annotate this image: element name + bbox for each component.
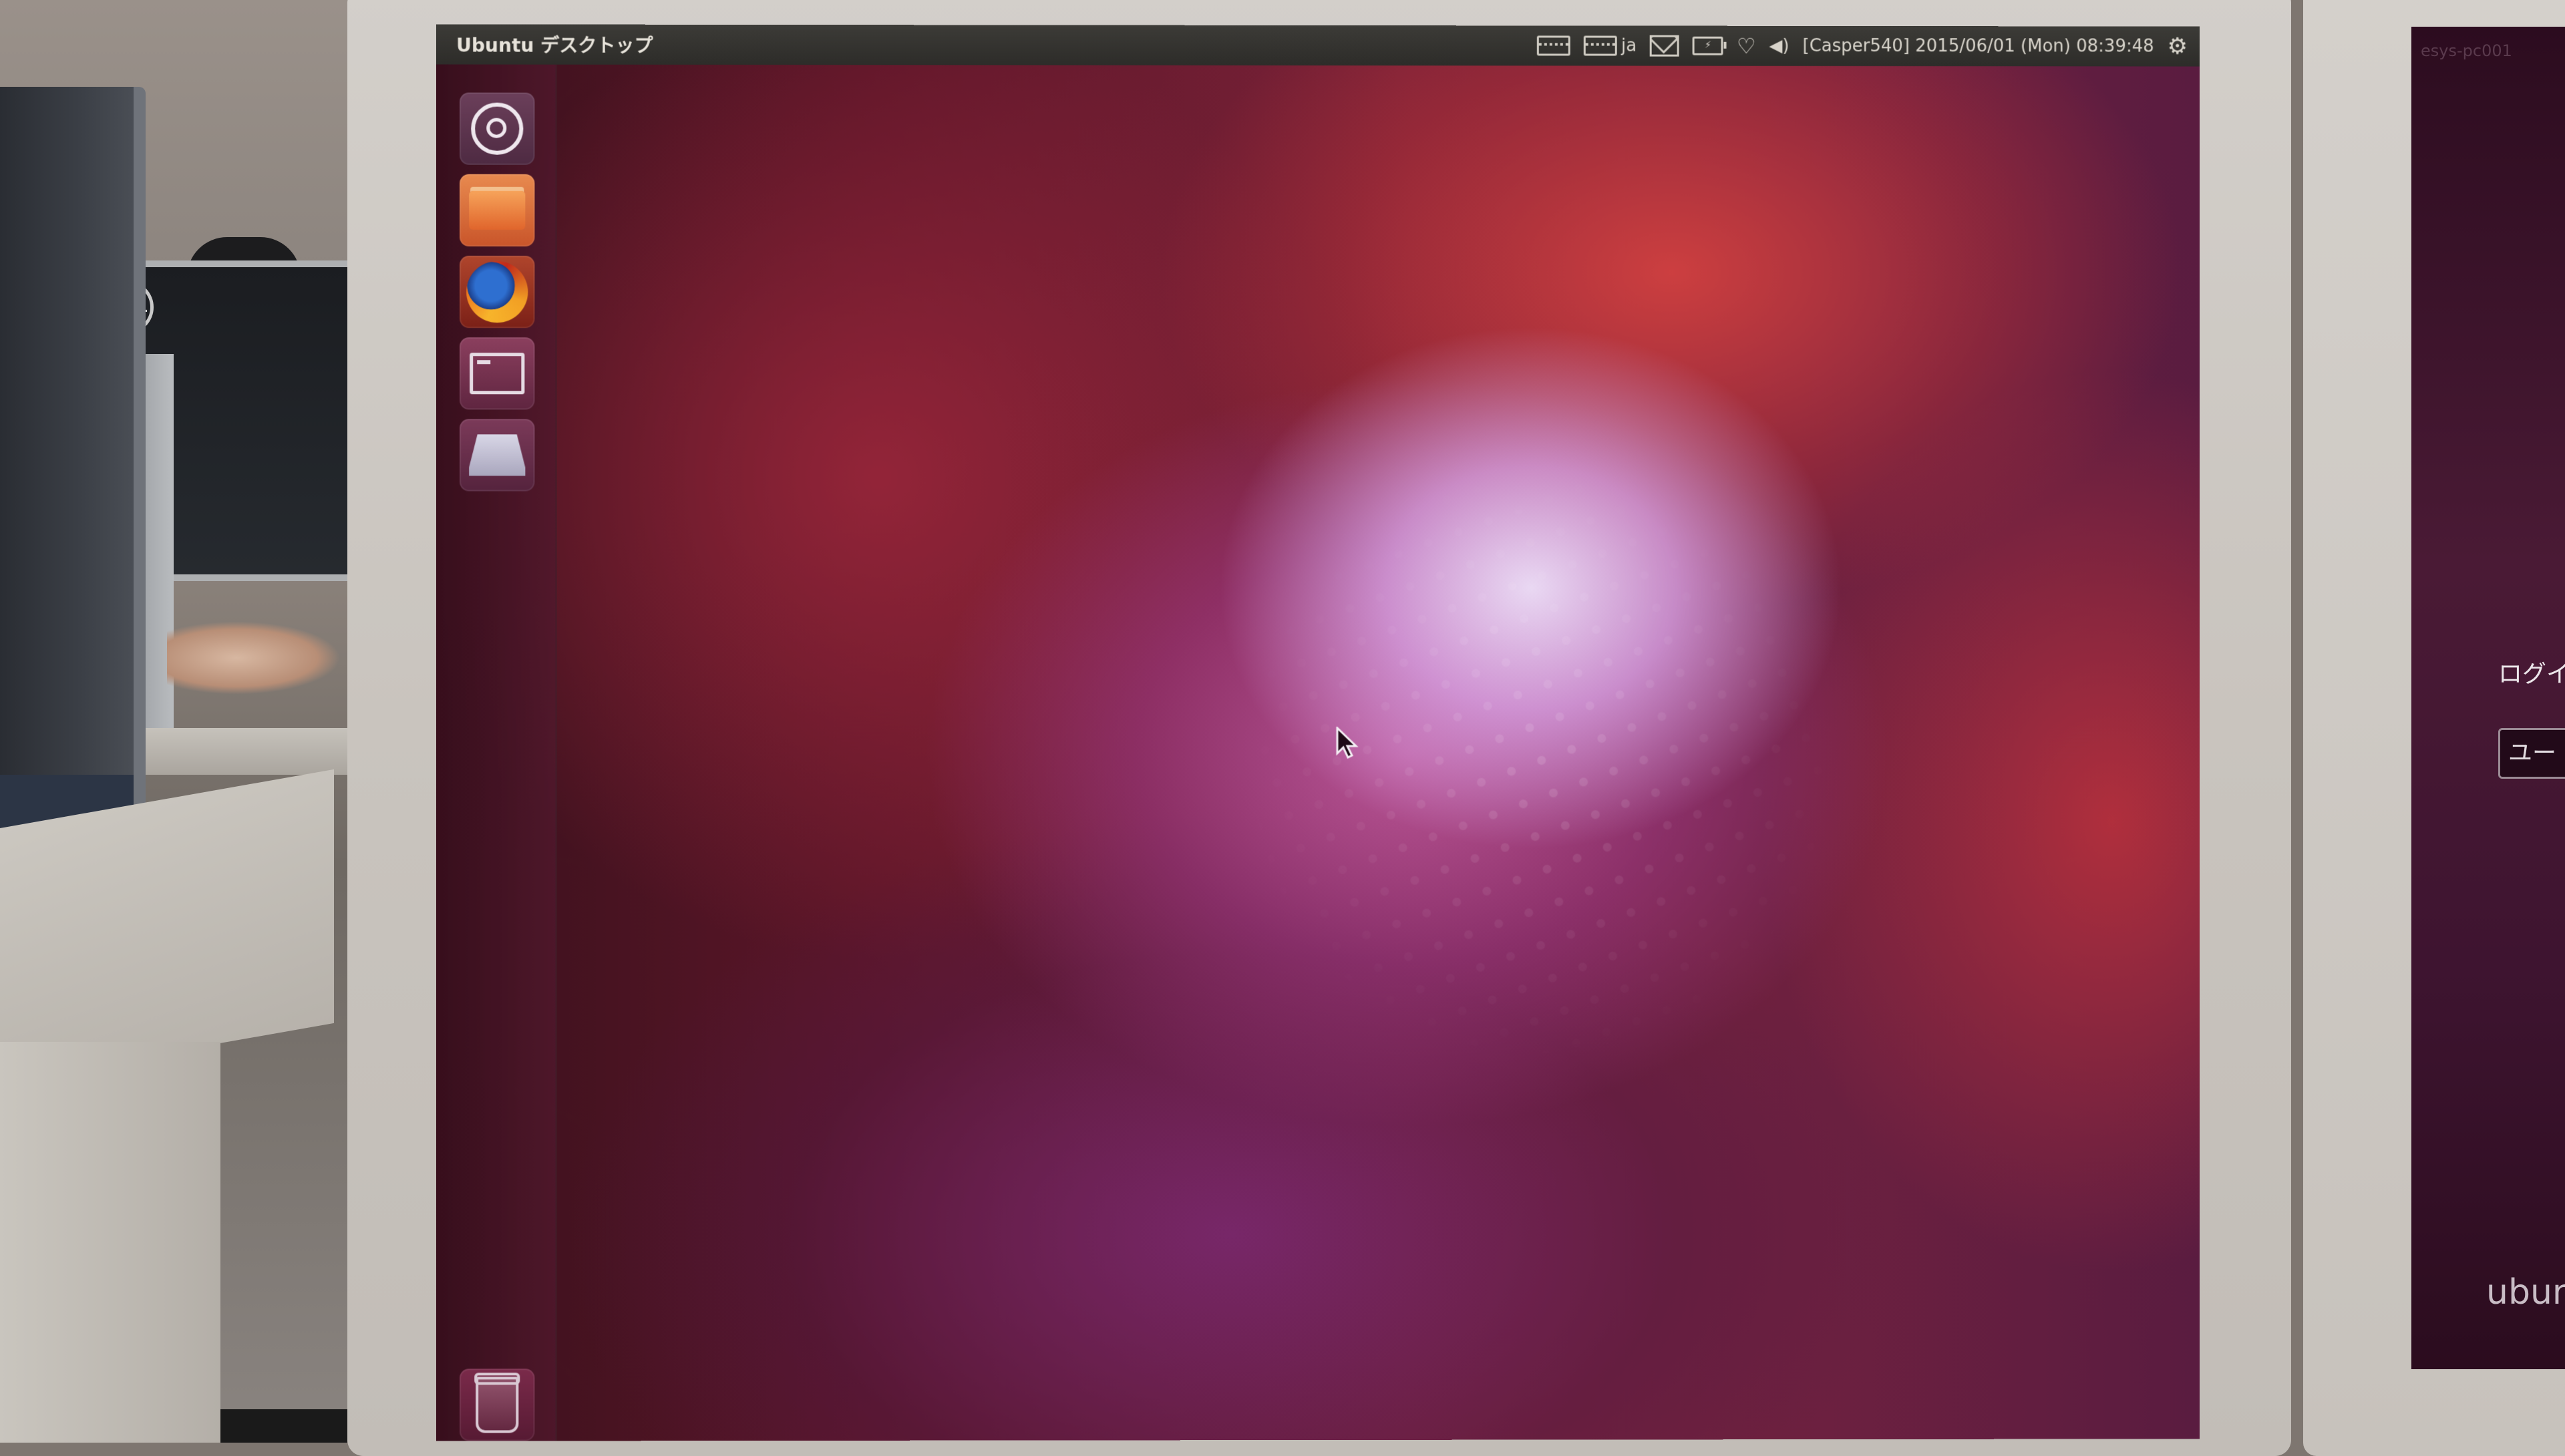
launcher bbox=[436, 64, 557, 1441]
login-label: ログイ bbox=[2498, 655, 2565, 689]
desktop-wallpaper[interactable] bbox=[436, 64, 2200, 1441]
far-left-monitor bbox=[0, 87, 146, 822]
firefox-icon bbox=[466, 261, 528, 323]
right-hostname: esys-pc001 bbox=[2421, 41, 2512, 60]
floor-shadow bbox=[220, 1409, 347, 1443]
keyboard-layout-icon bbox=[1584, 35, 1617, 55]
launcher-workspace-button[interactable] bbox=[460, 337, 534, 409]
panel-title: Ubuntu デスクトップ bbox=[456, 31, 653, 57]
ubuntu-desktop-screen: Ubuntu デスクトップ ja ⚡ ♡ ◀) [Casper540] 2015… bbox=[436, 24, 2200, 1441]
session-gear-icon[interactable]: ⚙ bbox=[2168, 35, 2188, 59]
indicator-area: ja ⚡ ♡ ◀) [Casper540] 2015/06/01 (Mon) 0… bbox=[1537, 33, 2188, 58]
drive-icon bbox=[469, 434, 525, 476]
mail-icon[interactable] bbox=[1650, 34, 1679, 58]
launcher-trash-button[interactable] bbox=[460, 1369, 534, 1441]
network-icon[interactable]: ♡ bbox=[1737, 34, 1756, 58]
input-method-indicator[interactable]: ja bbox=[1584, 33, 1637, 57]
battery-icon[interactable]: ⚡ bbox=[1693, 34, 1723, 58]
desk-middle bbox=[127, 728, 347, 775]
moire-pattern bbox=[1154, 382, 1924, 1152]
volume-icon[interactable]: ◀) bbox=[1769, 34, 1789, 58]
ubuntu-brand-text: ubun bbox=[2486, 1272, 2565, 1312]
launcher-dash-button[interactable] bbox=[460, 93, 534, 165]
person-hand bbox=[167, 621, 341, 695]
clock-indicator[interactable]: [Casper540] 2015/06/01 (Mon) 08:39:48 bbox=[1803, 34, 2154, 59]
keyboard-icon[interactable] bbox=[1537, 33, 1570, 57]
launcher-files-button[interactable] bbox=[460, 174, 534, 246]
room-background: DELL bbox=[0, 0, 347, 1443]
workspace-icon bbox=[470, 353, 524, 394]
ubuntu-dash-icon bbox=[471, 103, 523, 155]
trash-icon bbox=[476, 1377, 518, 1433]
folder-icon bbox=[469, 191, 525, 230]
right-login-screen: esys-pc001 ログイ ユー ubun bbox=[2411, 27, 2565, 1369]
input-method-label: ja bbox=[1621, 36, 1637, 56]
launcher-drive-button[interactable] bbox=[460, 419, 534, 491]
desk-side bbox=[0, 1042, 220, 1443]
username-field[interactable]: ユー bbox=[2498, 728, 2565, 779]
launcher-firefox-button[interactable] bbox=[460, 256, 534, 328]
top-panel: Ubuntu デスクトップ ja ⚡ ♡ ◀) [Casper540] 2015… bbox=[436, 24, 2200, 66]
